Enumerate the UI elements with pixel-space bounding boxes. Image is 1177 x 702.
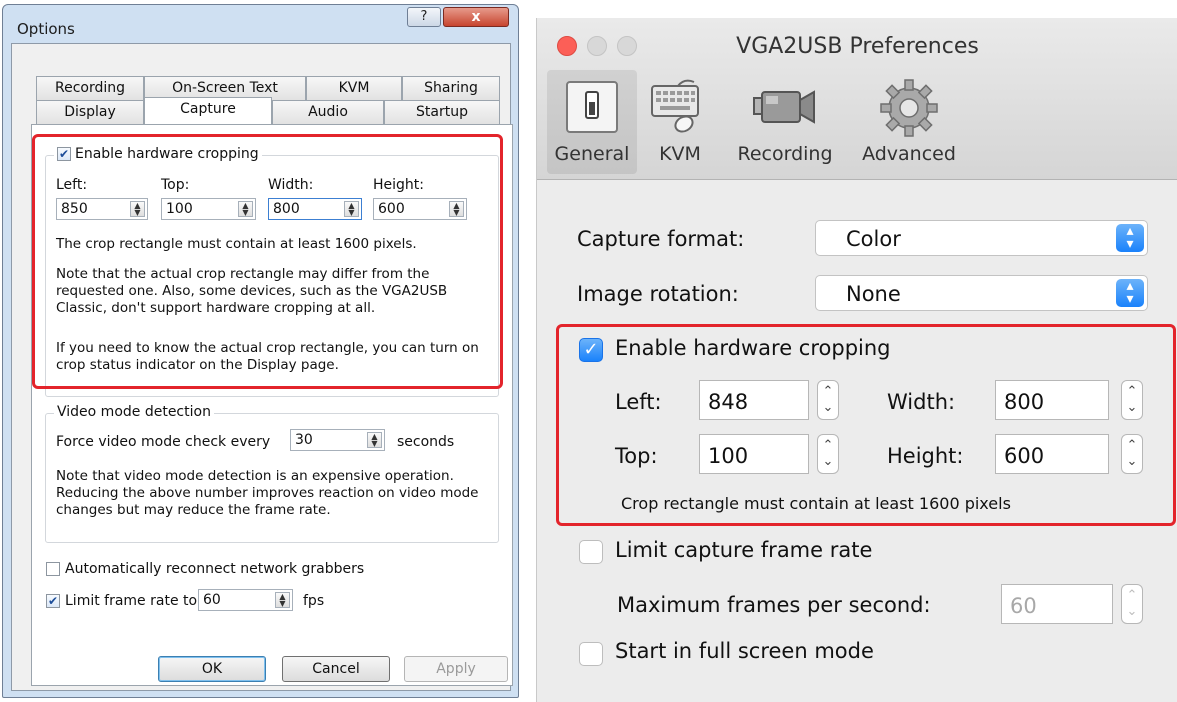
capture-format-popup[interactable]: Color ▴ ▾	[815, 220, 1148, 256]
question-icon: ?	[420, 9, 428, 24]
capture-format-value: Color	[846, 227, 901, 251]
tab-capture[interactable]: Capture	[144, 97, 272, 124]
toolbar-general[interactable]: General	[547, 70, 637, 174]
apply-button[interactable]: Apply	[404, 656, 508, 682]
keyboard-mouse-icon	[648, 78, 712, 144]
limit-frame-rate-label: Limit capture frame rate	[615, 538, 873, 562]
tab-audio[interactable]: Audio	[272, 100, 384, 124]
cancel-button[interactable]: Cancel	[282, 656, 390, 682]
tab-row-bottom: Display Capture Audio Startup	[36, 97, 500, 124]
toolbar-recording-label: Recording	[737, 143, 833, 165]
video-mode-note: Note that video mode detection is an exp…	[56, 468, 479, 518]
image-rotation-popup[interactable]: None ▴ ▾	[815, 275, 1148, 311]
gear-icon	[879, 78, 939, 142]
auto-reconnect-checkbox[interactable]	[46, 562, 60, 576]
windows-cropping-highlight	[32, 134, 503, 389]
force-check-spinbox[interactable]: 30 ▲ ▼	[290, 429, 385, 451]
max-fps-value: 60	[1010, 594, 1037, 618]
close-button[interactable]: x	[443, 7, 509, 27]
tab-display[interactable]: Display	[36, 100, 144, 124]
limit-frame-rate-checkbox[interactable]: ✔	[46, 594, 60, 608]
limit-frame-rate-row: ✔ Limit frame rate to	[46, 593, 197, 609]
video-mode-group: Video mode detection Force video mode ch…	[45, 404, 499, 543]
tab-startup[interactable]: Startup	[384, 100, 500, 124]
limit-frame-rate-checkbox[interactable]	[579, 540, 603, 564]
video-camera-icon	[752, 78, 818, 140]
tab-sharing[interactable]: Sharing	[402, 76, 500, 100]
auto-reconnect-row[interactable]: Automatically reconnect network grabbers	[46, 561, 364, 577]
tab-kvm[interactable]: KVM	[306, 76, 402, 100]
toolbar-advanced-label: Advanced	[862, 143, 956, 165]
dialog-title: Options	[17, 20, 75, 38]
general-switch-icon	[563, 78, 621, 140]
tab-recording[interactable]: Recording	[36, 76, 144, 100]
fullscreen-checkbox[interactable]	[579, 642, 603, 666]
seconds-label: seconds	[397, 434, 455, 450]
video-mode-legend: Video mode detection	[54, 404, 214, 420]
ok-button[interactable]: OK	[158, 656, 266, 682]
fps-label: fps	[303, 593, 325, 609]
force-check-label: Force video mode check every	[56, 434, 271, 450]
mac-toolbar: VGA2USB Preferences General KVM Recordin…	[537, 18, 1177, 180]
image-rotation-label: Image rotation:	[577, 282, 739, 306]
popup-chevrons-icon: ▴ ▾	[1116, 279, 1144, 307]
max-fps-label: Maximum frames per second:	[617, 593, 931, 617]
frame-rate-value: 60	[203, 592, 221, 608]
toolbar-advanced[interactable]: Advanced	[851, 70, 967, 174]
toolbar-kvm-label: KVM	[659, 143, 701, 165]
auto-reconnect-label: Automatically reconnect network grabbers	[65, 561, 365, 577]
limit-frame-rate-label: Limit frame rate to	[65, 593, 198, 609]
toolbar-general-label: General	[554, 143, 630, 165]
mac-cropping-highlight	[556, 324, 1176, 526]
max-fps-field[interactable]: 60	[1001, 584, 1113, 624]
window-title: VGA2USB Preferences	[736, 34, 979, 59]
image-rotation-value: None	[846, 282, 901, 306]
max-fps-stepper[interactable]: ⌃ ⌄	[1121, 584, 1143, 624]
help-button[interactable]: ?	[407, 7, 441, 27]
fullscreen-label: Start in full screen mode	[615, 639, 874, 663]
spin-arrows-icon[interactable]: ▲ ▼	[367, 432, 382, 448]
spin-arrows-icon[interactable]: ▲ ▼	[275, 592, 290, 608]
toolbar-kvm[interactable]: KVM	[645, 70, 715, 174]
capture-format-label: Capture format:	[577, 227, 745, 251]
toolbar-recording[interactable]: Recording	[727, 70, 843, 174]
popup-chevrons-icon: ▴ ▾	[1116, 224, 1144, 252]
frame-rate-spinbox[interactable]: 60 ▲ ▼	[198, 589, 293, 611]
close-icon: x	[471, 9, 481, 25]
force-check-value: 30	[295, 432, 313, 448]
